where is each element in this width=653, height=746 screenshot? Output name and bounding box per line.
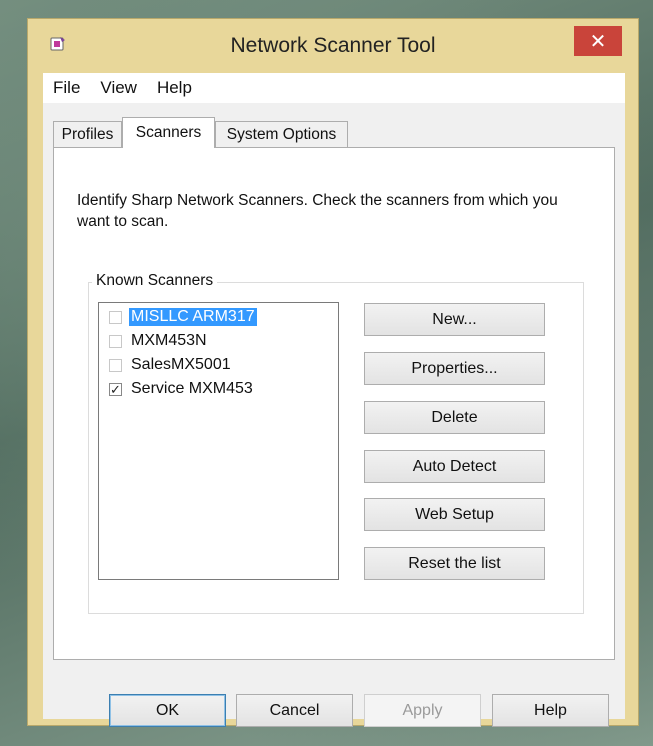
tab-scanners[interactable]: Scanners [122, 117, 215, 148]
list-item[interactable]: SalesMX5001 [109, 354, 231, 376]
help-button[interactable]: Help [492, 694, 609, 727]
web-setup-button[interactable]: Web Setup [364, 498, 545, 531]
scanners-description: Identify Sharp Network Scanners. Check t… [77, 192, 558, 230]
list-item-label: Service MXM453 [131, 380, 253, 397]
new-button[interactable]: New... [364, 303, 545, 336]
checkmark-icon: ✓ [110, 381, 121, 397]
scanners-tab-panel: Identify Sharp Network Scanners. Check t… [53, 147, 615, 660]
list-item[interactable]: ✓ Service MXM453 [109, 378, 253, 400]
auto-detect-button[interactable]: Auto Detect [364, 450, 545, 483]
checkbox[interactable] [109, 334, 122, 348]
menu-bar: File View Help [43, 73, 625, 103]
checkbox[interactable] [109, 358, 122, 372]
menu-help[interactable]: Help [147, 78, 202, 98]
window-title: Network Scanner Tool [230, 34, 436, 57]
tab-system-options[interactable]: System Options [215, 121, 348, 147]
checkbox[interactable] [109, 310, 122, 324]
title-bar[interactable]: Network Scanner Tool ✕ [28, 19, 638, 69]
client-area: File View Help Profiles Scanners System … [43, 73, 625, 727]
list-item-label: MISLLC ARM317 [129, 308, 257, 326]
properties-button[interactable]: Properties... [364, 352, 545, 385]
delete-button[interactable]: Delete [364, 401, 545, 434]
dialog-window: Network Scanner Tool ✕ File View Help Pr… [27, 18, 639, 727]
checkbox-checked[interactable]: ✓ [109, 381, 122, 397]
known-scanners-label: Known Scanners [92, 272, 218, 290]
menu-view[interactable]: View [90, 78, 147, 98]
menu-file[interactable]: File [43, 78, 90, 98]
cancel-button[interactable]: Cancel [236, 694, 353, 727]
reset-list-button[interactable]: Reset the list [364, 547, 545, 580]
list-item-label: SalesMX5001 [131, 356, 231, 373]
close-icon: ✕ [589, 30, 607, 53]
close-button[interactable]: ✕ [574, 26, 622, 56]
ok-button[interactable]: OK [109, 694, 226, 727]
apply-button[interactable]: Apply [364, 694, 481, 727]
tab-profiles[interactable]: Profiles [53, 121, 122, 147]
list-item-label: MXM453N [131, 332, 207, 349]
list-item[interactable]: MISLLC ARM317 [109, 306, 257, 328]
list-item[interactable]: MXM453N [109, 330, 207, 352]
scanner-list[interactable]: MISLLC ARM317 MXM453N SalesMX5001 ✓ Serv… [98, 302, 339, 580]
